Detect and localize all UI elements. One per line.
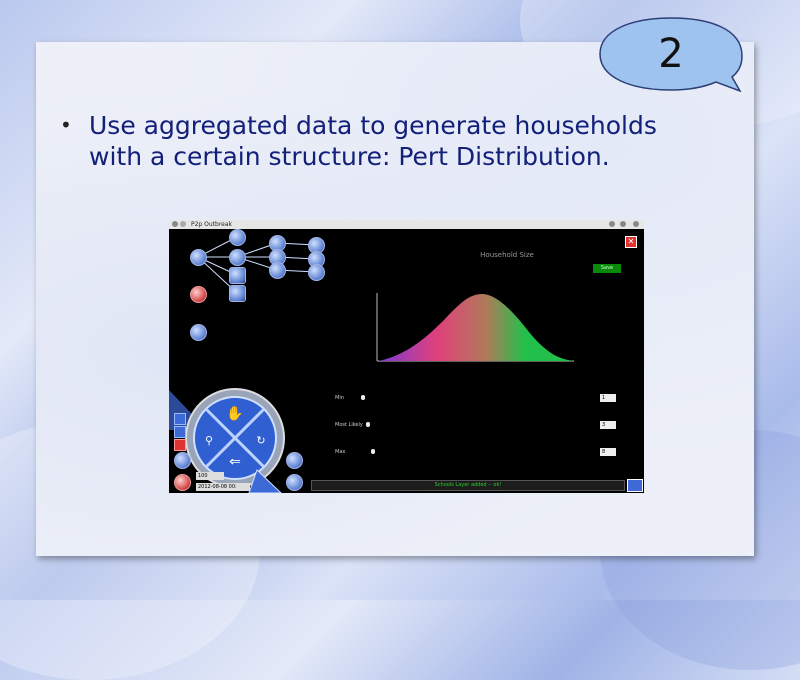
virus-icon[interactable] <box>190 324 207 341</box>
bullet-text: Use aggregated data to generate househol… <box>89 111 657 171</box>
pert-distribution-curve <box>376 293 574 362</box>
lock-icon[interactable] <box>174 452 191 469</box>
svg-text:⇐: ⇐ <box>229 454 241 470</box>
most-likely-spinbox[interactable]: 3 <box>600 421 616 429</box>
max-slider-handle[interactable] <box>371 449 375 454</box>
max-slider-row: Max 8 <box>335 448 635 460</box>
expand-icon[interactable] <box>627 479 643 492</box>
chart-title: Household Size <box>480 251 534 259</box>
save-button[interactable]: Save <box>593 264 621 273</box>
status-bar: Schools Layer added -- ok! <box>311 480 625 491</box>
zoom-field[interactable]: 100 <box>196 472 224 480</box>
target-icon[interactable] <box>286 474 303 491</box>
application-screenshot: P2p Outbreak ✕ Household Size Save Min 1… <box>169 220 644 493</box>
most-likely-slider-handle[interactable] <box>366 422 370 427</box>
date-field[interactable]: 2012-08-08 00: <box>196 483 250 491</box>
svg-text:↻: ↻ <box>256 434 265 447</box>
school-icon[interactable] <box>269 262 286 279</box>
min-slider-row: Min 1 <box>335 394 635 406</box>
svg-text:⚲: ⚲ <box>205 434 213 447</box>
layers-icon[interactable] <box>286 452 303 469</box>
pause-icon[interactable] <box>174 426 186 438</box>
status-message: Schools Layer added -- ok! <box>434 482 502 488</box>
play-icon[interactable] <box>174 413 186 425</box>
min-spinbox[interactable]: 1 <box>600 394 616 402</box>
factory-icon[interactable] <box>308 264 325 281</box>
folder-icon[interactable] <box>229 267 246 284</box>
outbreak-icon[interactable] <box>190 286 207 303</box>
min-slider-handle[interactable] <box>361 395 365 400</box>
stop-icon[interactable] <box>174 439 186 451</box>
network-root-icon[interactable] <box>190 249 207 266</box>
max-spinbox[interactable]: 8 <box>600 448 616 456</box>
most-likely-slider-row: Most Likely 3 <box>335 421 635 433</box>
min-label: Min <box>335 395 344 401</box>
network-node-icon[interactable] <box>229 249 246 266</box>
help-icon[interactable] <box>174 474 191 491</box>
svg-text:✋: ✋ <box>226 405 243 422</box>
slide-number-badge: 2 <box>598 16 744 93</box>
document-icon[interactable] <box>229 285 246 302</box>
most-likely-label: Most Likely <box>335 422 363 428</box>
max-label: Max <box>335 449 346 455</box>
bullet-marker: • <box>60 113 72 137</box>
slide-number: 2 <box>658 31 684 77</box>
network-node-icon[interactable] <box>229 229 246 246</box>
